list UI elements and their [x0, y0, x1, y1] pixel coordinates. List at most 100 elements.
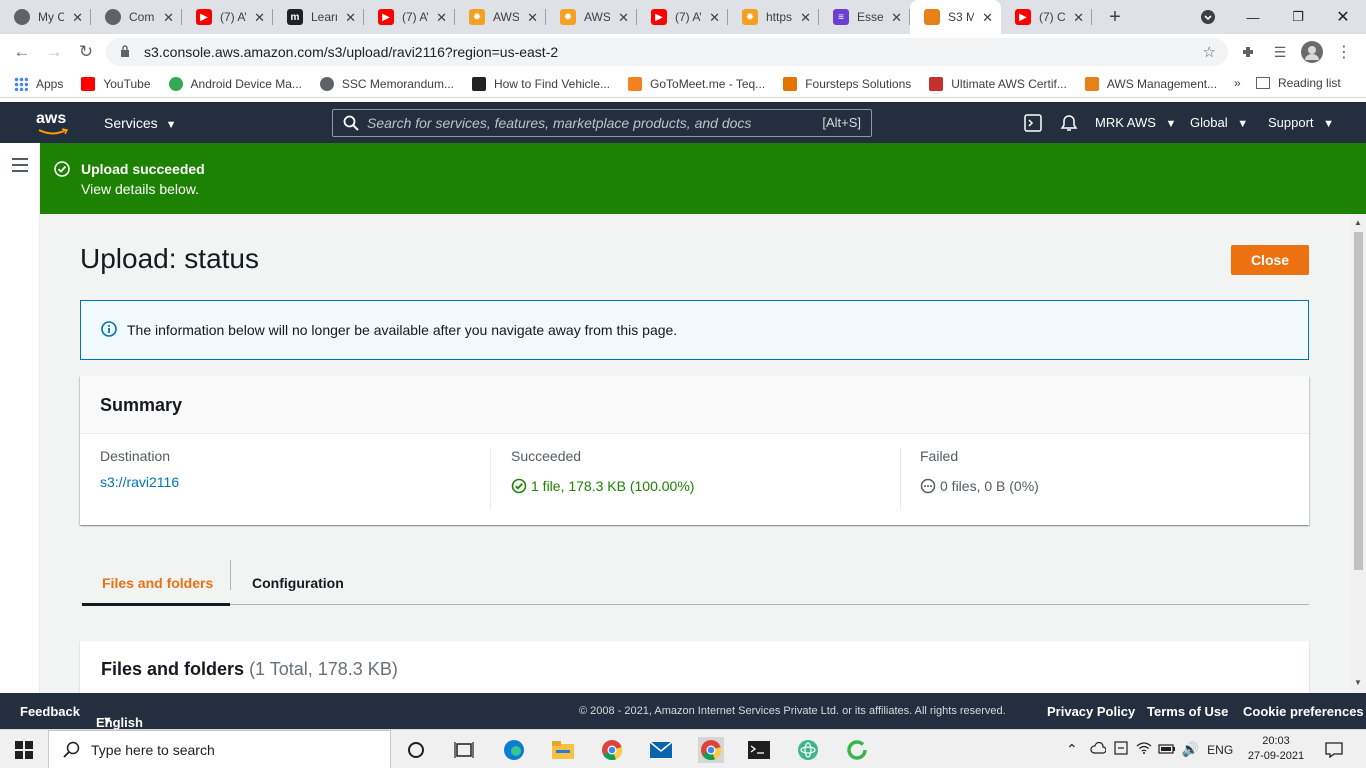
aws-logo[interactable]: aws	[36, 110, 72, 136]
bookmarks-more-icon[interactable]: »	[1234, 76, 1241, 90]
tab-close-icon[interactable]: ✕	[527, 10, 538, 26]
new-tab-icon[interactable]: +	[1100, 0, 1130, 34]
back-icon[interactable]: ←	[6, 36, 38, 68]
mail-icon[interactable]	[649, 738, 673, 762]
browser-tab[interactable]: ▶ (7) AV ✕	[637, 0, 728, 34]
terms-of-use-link[interactable]: Terms of Use	[1147, 704, 1228, 719]
support-menu[interactable]: Support ▼	[1268, 115, 1334, 130]
tab-close-icon[interactable]: ✕	[254, 10, 265, 26]
battery-icon[interactable]	[1158, 743, 1176, 757]
tab-close-icon[interactable]: ✕	[800, 10, 811, 26]
tab-configuration[interactable]: Configuration	[252, 560, 344, 605]
cloud-sync-icon[interactable]	[1090, 741, 1107, 757]
bookmark-item[interactable]: GoToMeet.me - Teq...	[628, 76, 765, 91]
browser-tab[interactable]: m Learn ✕	[273, 0, 364, 34]
windows-start-icon[interactable]	[12, 738, 36, 762]
region-menu[interactable]: Global ▼	[1190, 115, 1248, 130]
hamburger-menu-icon[interactable]	[12, 158, 28, 175]
tab-close-icon[interactable]: ✕	[618, 10, 629, 26]
bookmark-item[interactable]: Android Device Ma...	[168, 76, 302, 91]
notifications-bell-icon[interactable]	[1060, 114, 1078, 135]
scroll-down-icon[interactable]: ▼	[1354, 678, 1362, 687]
bookmark-item[interactable]: AWS Management...	[1084, 76, 1217, 91]
close-button[interactable]: Close	[1231, 245, 1309, 275]
caret-down-icon: ▼	[1165, 118, 1177, 130]
reload-icon[interactable]: ↻	[70, 36, 102, 68]
account-menu[interactable]: MRK AWS ▼	[1095, 115, 1176, 130]
system-clock[interactable]: 20:03 27-09-2021	[1247, 734, 1305, 764]
media-control-icon[interactable]: ☰	[1268, 40, 1292, 64]
scrollbar-thumb[interactable]	[1354, 232, 1363, 570]
account-label: MRK AWS	[1095, 115, 1156, 130]
menu-kebab-icon[interactable]: ⋮	[1332, 40, 1356, 64]
aws-search-input[interactable]: Search for services, features, marketpla…	[332, 109, 872, 137]
tab-close-icon[interactable]: ✕	[345, 10, 356, 26]
bookmark-label: Android Device Ma...	[190, 76, 302, 91]
services-menu[interactable]: Services ▼	[104, 115, 176, 131]
scroll-up-icon[interactable]: ▲	[1354, 218, 1362, 227]
page-scrollbar[interactable]: ▲ ▼	[1351, 214, 1366, 693]
tab-close-icon[interactable]: ✕	[709, 10, 720, 26]
edge-icon[interactable]	[502, 738, 526, 762]
volume-icon[interactable]: 🔊	[1182, 741, 1199, 758]
browser-tab[interactable]: ✹ https ✕	[728, 0, 819, 34]
cloudshell-icon[interactable]	[1024, 114, 1042, 135]
reading-list-button[interactable]: Reading list	[1256, 76, 1341, 90]
browser-tab[interactable]: S3 M ✕	[910, 0, 1001, 34]
tab-close-icon[interactable]: ✕	[1073, 10, 1084, 26]
tray-app-icon[interactable]	[1114, 741, 1128, 758]
chrome-active-icon[interactable]	[698, 737, 724, 763]
browser-tab[interactable]: My C ✕	[0, 0, 91, 34]
sync-app-icon[interactable]	[845, 738, 869, 762]
tab-close-icon[interactable]: ✕	[891, 10, 902, 26]
bookmark-item[interactable]: How to Find Vehicle...	[471, 76, 610, 91]
bookmark-item[interactable]: YouTube	[81, 76, 151, 91]
summary-panel: Summary Destination s3://ravi2116 Succee…	[80, 376, 1309, 525]
privacy-policy-link[interactable]: Privacy Policy	[1047, 704, 1135, 719]
terminal-icon[interactable]	[747, 738, 771, 762]
bookmark-item[interactable]: Apps	[14, 76, 63, 91]
browser-tab[interactable]: ✹ AWS ✕	[546, 0, 637, 34]
atom-app-icon[interactable]	[796, 738, 820, 762]
feedback-link[interactable]: Feedback	[20, 704, 80, 719]
cortana-icon[interactable]	[404, 738, 428, 762]
tab-files-and-folders[interactable]: Files and folders	[82, 560, 230, 606]
wifi-icon[interactable]	[1136, 742, 1152, 757]
chrome-icon[interactable]	[600, 738, 624, 762]
search-shortcut-hint: [Alt+S]	[822, 115, 861, 130]
tray-expand-icon[interactable]: ⌃	[1066, 741, 1078, 758]
succeeded-column: Succeeded 1 file, 178.3 KB (100.00%)	[511, 448, 694, 508]
aws-logo-text: aws	[36, 110, 67, 127]
bookmark-star-icon[interactable]: ☆	[1203, 43, 1216, 61]
bookmark-item[interactable]: Foursteps Solutions	[783, 76, 911, 91]
browser-tab[interactable]: Com ✕	[91, 0, 182, 34]
browser-tab[interactable]: ▶ (7) AV ✕	[182, 0, 273, 34]
browser-tab[interactable]: ▶ (7) Cl ✕	[1001, 0, 1092, 34]
bookmark-item[interactable]: Ultimate AWS Certif...	[929, 76, 1067, 91]
window-close-icon[interactable]: ✕	[1328, 0, 1358, 34]
profile-avatar[interactable]	[1300, 40, 1324, 64]
tab-close-icon[interactable]: ✕	[436, 10, 447, 26]
cookie-preferences-link[interactable]: Cookie preferences	[1243, 704, 1364, 719]
tab-search-icon[interactable]	[1196, 0, 1220, 34]
tab-close-icon[interactable]: ✕	[982, 10, 993, 26]
destination-link[interactable]: s3://ravi2116	[100, 474, 179, 490]
address-bar[interactable]: s3.console.aws.amazon.com/s3/upload/ravi…	[106, 38, 1228, 66]
task-view-icon[interactable]	[452, 738, 476, 762]
restore-icon[interactable]: ❐	[1283, 0, 1313, 34]
minimize-icon[interactable]: —	[1238, 0, 1268, 34]
file-explorer-icon[interactable]	[551, 738, 575, 762]
lock-icon	[120, 44, 132, 60]
taskbar-search-input[interactable]: Type here to search	[48, 730, 391, 768]
tab-close-icon[interactable]: ✕	[163, 10, 174, 26]
notification-center-icon[interactable]	[1322, 738, 1346, 762]
tab-close-icon[interactable]: ✕	[72, 10, 83, 26]
forward-icon[interactable]: →	[38, 36, 70, 68]
browser-tab[interactable]: ≡ Essen ✕	[819, 0, 910, 34]
tab-title: (7) AV	[675, 10, 701, 24]
browser-tab[interactable]: ▶ (7) AV ✕	[364, 0, 455, 34]
input-language-indicator[interactable]: ENG	[1207, 743, 1233, 757]
extensions-icon[interactable]	[1236, 40, 1260, 64]
browser-tab[interactable]: ✹ AWS ✕	[455, 0, 546, 34]
bookmark-item[interactable]: SSC Memorandum...	[319, 76, 454, 91]
